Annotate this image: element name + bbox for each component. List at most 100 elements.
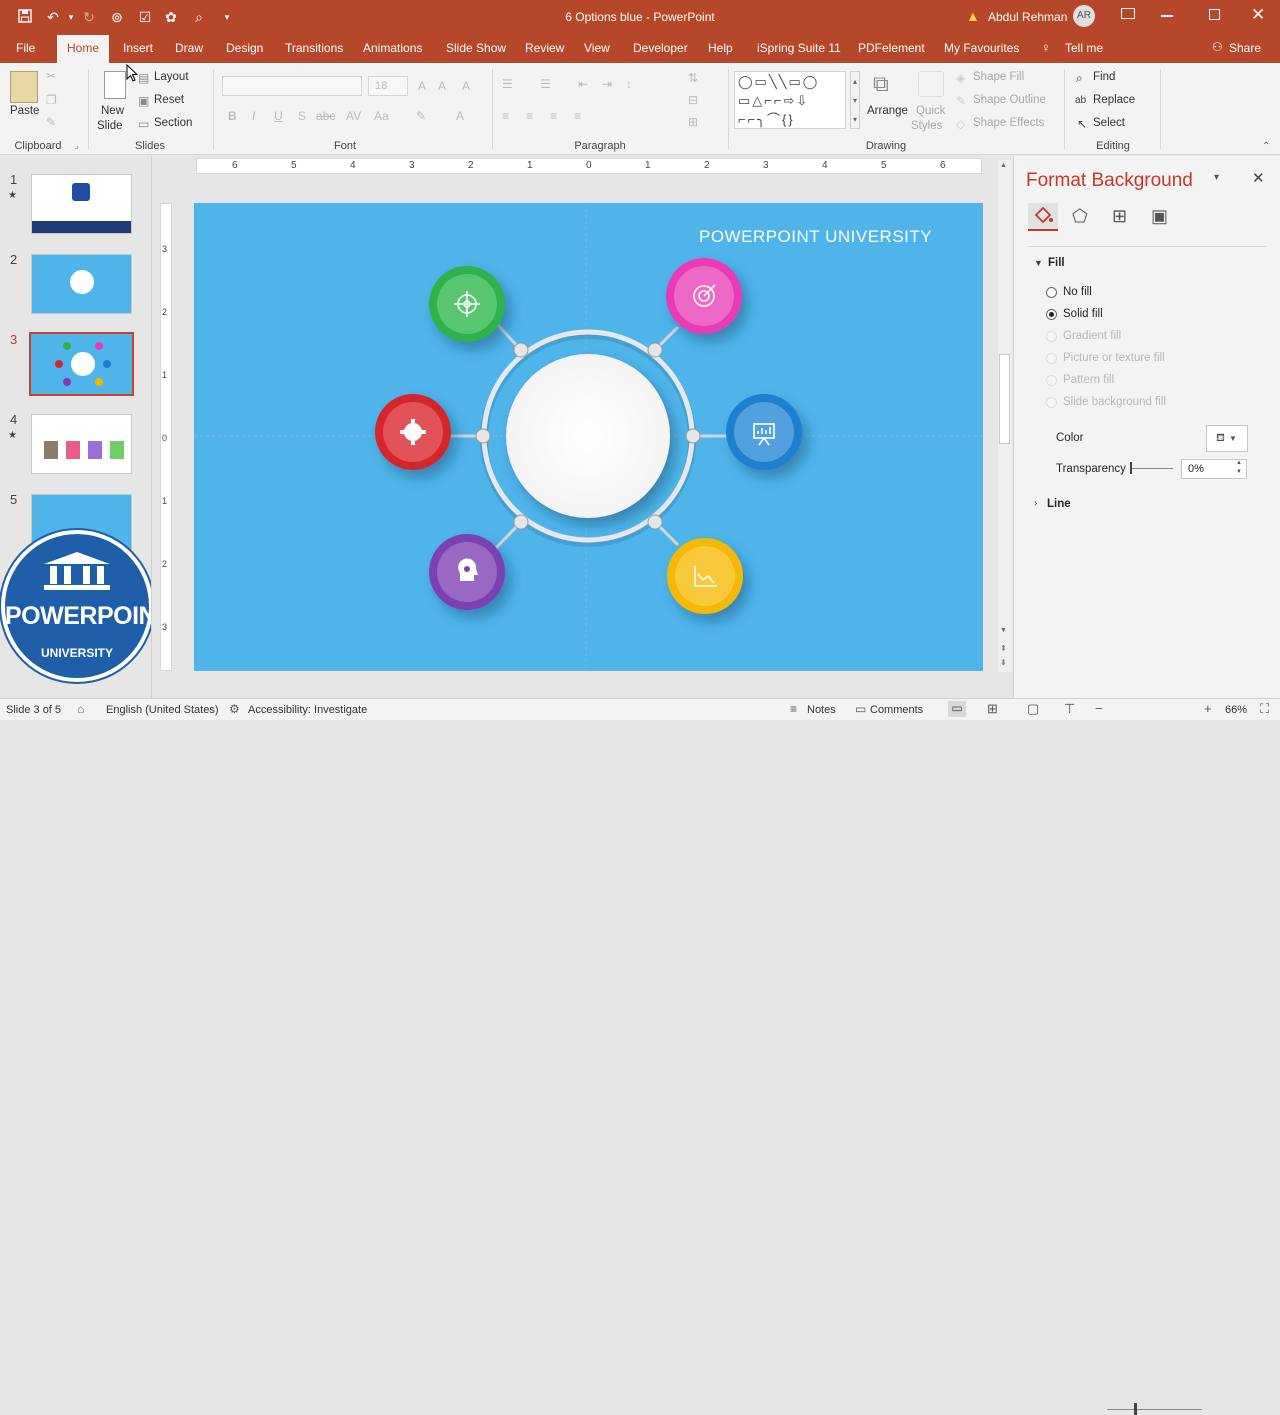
comments-button[interactable]: Comments [870, 704, 923, 716]
undo-icon[interactable]: ↶ [44, 8, 62, 26]
normal-view-icon[interactable]: ▭ [948, 701, 966, 717]
size-properties-icon[interactable]: ⊞ [1112, 206, 1127, 227]
tab-pdfelement[interactable]: PDFelement [858, 41, 925, 55]
reading-view-icon[interactable]: ▢ [1027, 701, 1039, 717]
language-status[interactable]: English (United States) [106, 704, 219, 716]
accessibility-status[interactable]: Accessibility: Investigate [248, 704, 367, 716]
collapse-ribbon-icon[interactable]: ⌃ [1262, 141, 1270, 152]
increase-font-icon[interactable]: A [418, 79, 426, 93]
slide-thumbnail-4[interactable] [31, 414, 132, 474]
slide-canvas[interactable]: POWERPOINT UNIVERSITY [194, 203, 983, 671]
accessibility-icon[interactable]: ⚙ [229, 702, 240, 716]
picture-fill-radio[interactable] [1046, 353, 1057, 364]
gradient-fill-radio[interactable] [1046, 331, 1057, 342]
tab-my-favourites[interactable]: My Favourites [944, 41, 1019, 55]
justify-icon[interactable]: ≡ [574, 109, 581, 123]
shape-outline-button[interactable]: Shape Outline [973, 94, 1046, 106]
strikethrough-icon[interactable]: abc [316, 109, 335, 123]
shadow-icon[interactable]: S [298, 109, 306, 123]
align-left-icon[interactable]: ≡ [502, 109, 509, 123]
new-slide-button[interactable]: New [101, 105, 124, 117]
user-name[interactable]: Abdul Rehman [988, 10, 1067, 24]
tab-ispring[interactable]: iSpring Suite 11 [757, 41, 841, 55]
picture-icon[interactable]: ▣ [1151, 206, 1168, 227]
ribbon-display-options-icon[interactable] [1121, 8, 1135, 19]
fill-section-header[interactable]: Fill [1048, 257, 1065, 269]
shape-effects-button[interactable]: Shape Effects [973, 117, 1044, 129]
align-right-icon[interactable]: ≡ [550, 109, 557, 123]
zoom-slider-thumb[interactable] [1134, 1403, 1137, 1415]
effects-pentagon-icon[interactable]: ⬠ [1072, 206, 1088, 227]
redo-icon[interactable]: ↻ [80, 8, 98, 26]
slide-background-fill-radio[interactable] [1046, 397, 1057, 408]
warning-icon[interactable]: ▲ [966, 8, 980, 24]
start-slideshow-icon[interactable]: ⊚ [108, 8, 126, 26]
maximize-icon[interactable] [1209, 9, 1220, 20]
tab-transitions[interactable]: Transitions [285, 41, 343, 55]
tab-developer[interactable]: Developer [633, 41, 688, 55]
tab-file[interactable]: File [16, 41, 35, 55]
align-center-icon[interactable]: ≡ [526, 109, 533, 123]
font-name-dropdown[interactable] [222, 76, 362, 96]
numbering-icon[interactable]: ☰ [540, 77, 551, 91]
replace-button[interactable]: Replace [1093, 94, 1135, 106]
find-button[interactable]: Find [1093, 71, 1115, 83]
pattern-fill-label[interactable]: Pattern fill [1063, 374, 1114, 386]
avatar[interactable]: AR [1073, 5, 1095, 27]
quick-styles-label[interactable]: Styles [911, 120, 942, 132]
print-preview-icon[interactable]: ⌕ [190, 8, 208, 26]
clear-formatting-icon[interactable]: A [462, 79, 470, 93]
customize-toolbar-icon[interactable]: ▾ [218, 8, 236, 26]
notes-button[interactable]: Notes [807, 704, 836, 716]
zoom-level[interactable]: 66% [1225, 704, 1247, 716]
reset-button[interactable]: Reset [154, 94, 184, 106]
bold-icon[interactable]: B [228, 109, 237, 123]
slide-sorter-icon[interactable]: ⊞ [987, 701, 998, 717]
zoom-out-icon[interactable]: − [1095, 701, 1103, 716]
shapes-gallery[interactable]: ◯▭╲╲▭◯ ▭△⌐⌐⇨⇩ ⌐⌐╮⌒{} [734, 71, 846, 129]
slide-background-fill-label[interactable]: Slide background fill [1063, 396, 1166, 408]
slide-counter[interactable]: Slide 3 of 5 [6, 704, 61, 716]
undo-dropdown-icon[interactable]: ▾ [62, 8, 80, 26]
previous-slide-icon[interactable]: ⇞ [1000, 644, 1007, 653]
section-button[interactable]: Section [154, 117, 192, 129]
transparency-slider-thumb[interactable] [1130, 462, 1132, 474]
fit-to-window-icon[interactable]: ⛶ [1260, 701, 1269, 717]
font-color-icon[interactable]: A [456, 109, 464, 123]
tab-review[interactable]: Review [525, 41, 564, 55]
scroll-up-icon[interactable]: ▲ [1000, 162, 1007, 169]
dialog-launcher-icon[interactable]: ⌟ [75, 141, 79, 150]
fill-chevron-icon[interactable]: ▼ [1034, 258, 1043, 268]
align-text-icon[interactable]: ⊟ [688, 93, 698, 107]
bullets-icon[interactable]: ☰ [502, 77, 513, 91]
tab-slide-show[interactable]: Slide Show [446, 41, 506, 55]
decrease-indent-icon[interactable]: ⇤ [578, 77, 588, 91]
zoom-in-icon[interactable]: + [1204, 701, 1212, 716]
tab-view[interactable]: View [584, 41, 610, 55]
save-icon[interactable] [16, 8, 34, 26]
minimize-icon[interactable] [1161, 15, 1173, 17]
layout-button[interactable]: Layout [154, 71, 189, 83]
line-section-header[interactable]: Line [1047, 498, 1071, 510]
no-fill-radio[interactable] [1046, 287, 1057, 298]
new-slide-icon[interactable] [104, 71, 126, 99]
tab-design[interactable]: Design [226, 41, 263, 55]
shape-fill-button[interactable]: Shape Fill [973, 71, 1024, 83]
editor-scrollbar[interactable]: ▲ ▼ ⇞ ⇟ [998, 160, 1012, 672]
transparency-slider-track[interactable] [1131, 468, 1173, 469]
pane-options-icon[interactable]: ▾ [1214, 172, 1219, 183]
tab-home[interactable]: Home [57, 35, 110, 63]
slide-thumbnail-2[interactable] [31, 254, 132, 314]
smartart-icon[interactable]: ⊞ [688, 115, 698, 129]
change-case-icon[interactable]: Aa [374, 109, 389, 123]
format-painter-icon[interactable]: ✎ [46, 115, 56, 129]
quick-styles-button[interactable]: Quick [916, 105, 945, 117]
spell-check-icon[interactable]: ⌂ [77, 702, 84, 716]
no-fill-label[interactable]: No fill [1063, 286, 1092, 298]
text-direction-icon[interactable]: ⇅ [688, 71, 698, 85]
character-spacing-icon[interactable]: AV [346, 109, 361, 123]
underline-icon[interactable]: U [274, 109, 283, 123]
zoom-slider-track[interactable] [1107, 1409, 1202, 1410]
copy-icon[interactable]: ❐ [46, 93, 57, 107]
italic-icon[interactable]: I [252, 109, 255, 123]
